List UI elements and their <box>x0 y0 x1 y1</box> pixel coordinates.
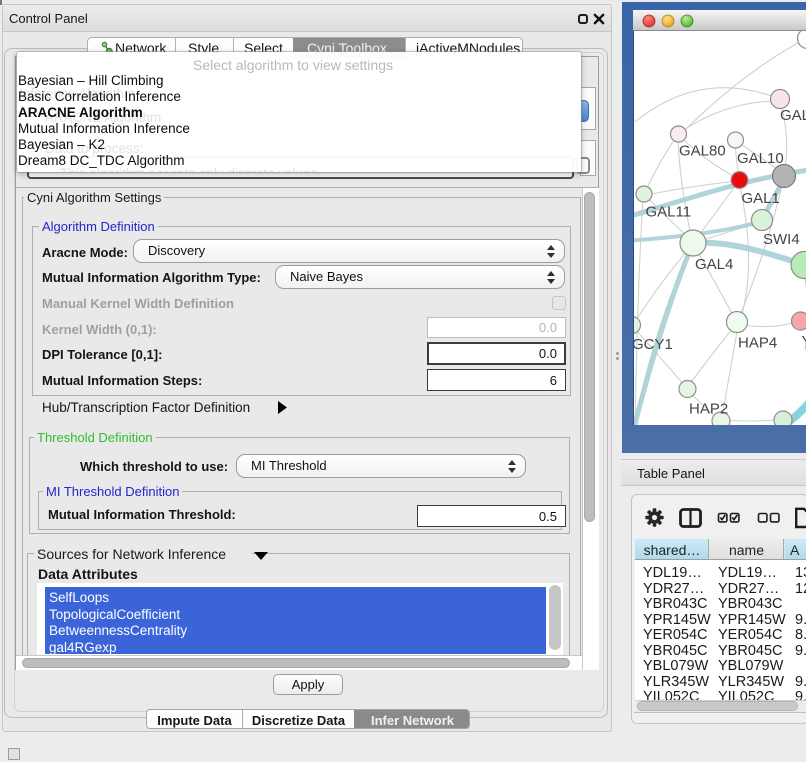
svg-text:GAL11: GAL11 <box>646 204 692 221</box>
svg-text:HAP4: HAP4 <box>738 335 777 352</box>
svg-text:GAL1: GAL1 <box>742 190 780 207</box>
svg-text:GAL10: GAL10 <box>737 150 784 167</box>
svg-text:GAL80: GAL80 <box>679 143 726 160</box>
svg-text:GAL7: GAL7 <box>780 107 806 124</box>
svg-text:GAL4: GAL4 <box>695 256 733 273</box>
svg-text:HAP2: HAP2 <box>689 401 728 418</box>
svg-text:YM: YM <box>802 333 806 350</box>
svg-text:SWI4: SWI4 <box>763 231 800 248</box>
svg-text:GCY1: GCY1 <box>633 336 673 353</box>
